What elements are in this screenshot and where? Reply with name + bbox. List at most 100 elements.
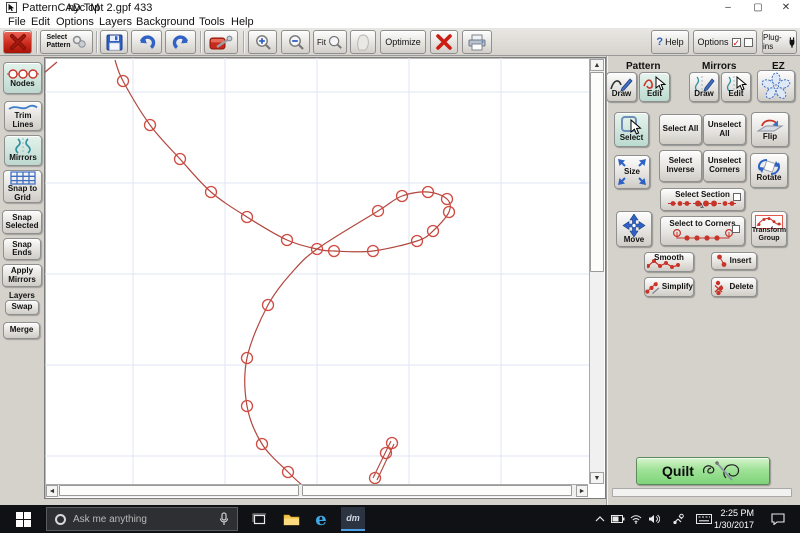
battery-status[interactable] [608,505,628,533]
printer-icon [467,34,487,51]
plugins-button[interactable]: Plug-ins [762,30,797,54]
plug-icon [788,35,796,50]
save-button[interactable] [100,30,128,54]
chevron-up-icon [595,516,605,522]
cortana-search-input[interactable]: Ask me anything [46,507,238,531]
menu-tools[interactable]: Tools [199,16,225,28]
menu-background[interactable]: Background [136,16,195,28]
clock-time[interactable]: 2:25 PM [720,508,754,518]
windows-logo-icon [16,512,31,527]
nodes-button[interactable]: Nodes [3,62,42,94]
keyboard-icon [696,514,712,524]
menu-options[interactable]: Options [56,16,94,28]
app-tile-glyph: dm [346,513,360,523]
unselect-corners-button[interactable]: Unselect Corners [703,150,746,182]
pattern-edit-button[interactable]: Edit [639,72,670,102]
redo-button[interactable] [165,30,196,54]
action-center-button[interactable] [764,505,792,533]
help-button[interactable]: ? Help [651,30,689,54]
close-button[interactable]: ✕ [772,0,800,16]
horizontal-scrollbar[interactable]: ◄ ► [46,484,588,497]
pan-button[interactable] [350,30,376,54]
mirrors-button[interactable]: Mirrors [4,135,42,166]
insert-button[interactable]: Insert [711,252,757,270]
volume-status[interactable] [644,505,664,533]
rotate-button[interactable]: Rotate [750,153,788,188]
snap-to-grid-button[interactable]: Snap to Grid [3,170,42,203]
pen-status[interactable] [668,505,688,533]
file-explorer-button[interactable] [278,505,304,533]
fit-magnifier-icon [327,34,343,50]
menu-layers[interactable]: Layers [99,16,132,28]
mirrors-draw-button[interactable]: Draw [689,72,719,102]
smooth-button[interactable]: Smooth [644,252,694,272]
select-inverse-button[interactable]: Select Inverse [659,150,702,182]
options-checked-checkbox[interactable]: ✓ [732,38,741,47]
mirrors-icon [12,138,34,154]
edge-browser-button[interactable]: e [308,505,334,533]
mirrors-edit-button[interactable]: Edit [721,72,751,102]
select-all-button[interactable]: Select All [659,114,702,145]
pattern-section-header: Pattern [626,61,660,72]
minimize-button[interactable]: – [714,0,742,16]
microphone-icon[interactable] [219,512,229,526]
hscroll-thumb-right[interactable] [302,485,572,496]
zoom-out-button[interactable] [281,30,310,54]
zoom-in-button[interactable] [248,30,277,54]
snap-ends-button[interactable]: Snap Ends [3,238,41,260]
maximize-button[interactable]: ▢ [744,0,772,16]
clock-date[interactable]: 1/30/2017 [714,520,754,530]
cortana-icon [55,514,66,525]
trim-lines-button[interactable]: Trim Lines [4,101,42,131]
flip-button[interactable]: Flip [751,112,789,147]
select-section-checkbox[interactable] [733,193,741,201]
select-section-button[interactable]: Select Section [660,188,745,211]
eraser-tool-button[interactable] [204,30,238,54]
optimize-button[interactable]: Optimize [380,30,426,54]
tray-expand-button[interactable] [590,505,610,533]
vertical-scrollbar[interactable]: ▲ ▼ [589,59,604,484]
zoom-fit-button[interactable]: Fit [313,30,347,54]
move-button[interactable]: Move [616,211,652,247]
ez-button[interactable] [757,70,795,102]
select-button[interactable]: Select [614,112,649,147]
simplify-button[interactable]: Simplify [644,277,694,297]
size-button[interactable]: Size [614,155,650,189]
pattern-draw-button[interactable]: Draw [606,72,637,102]
undo-button[interactable] [131,30,162,54]
print-button[interactable] [462,30,492,54]
transform-group-button[interactable]: Transform Group [751,211,787,247]
network-status[interactable] [626,505,646,533]
snap-selected-button[interactable]: Snap Selected [2,210,42,234]
scroll-right-arrow[interactable]: ► [576,485,588,497]
merge-button[interactable]: Merge [3,322,40,339]
menu-edit[interactable]: Edit [31,16,50,28]
hscroll-thumb-left[interactable] [59,485,299,496]
options-empty-checkbox[interactable] [744,38,753,47]
select-to-corners-button[interactable]: Select to Corners [660,216,745,246]
swap-button[interactable]: Swap [5,300,39,315]
scroll-down-arrow[interactable]: ▼ [590,472,604,484]
menu-help[interactable]: Help [231,16,254,28]
save-icon [106,34,123,51]
menu-file[interactable]: File [8,16,26,28]
delete-node-button[interactable]: Delete [711,277,757,297]
patterncad-taskbar-app[interactable]: dm [341,507,365,531]
unselect-all-button[interactable]: Unselect All [703,114,746,145]
select-pattern-button[interactable]: Select Pattern [40,30,93,54]
scroll-up-arrow[interactable]: ▲ [590,59,604,71]
start-button[interactable] [0,505,46,533]
delete-pattern-button[interactable] [430,30,458,54]
exit-button[interactable] [3,30,32,54]
select-to-corners-checkbox[interactable] [732,225,740,233]
options-button[interactable]: Options ✓ [693,30,757,54]
task-view-button[interactable] [246,505,272,533]
touch-keyboard-button[interactable] [692,505,716,533]
simplify-icon [645,280,660,295]
vscroll-thumb[interactable] [590,72,604,272]
drawing-canvas[interactable]: ▲ ▼ ◄ ► [44,57,606,499]
layers-label: Layers [9,291,35,300]
scroll-left-arrow[interactable]: ◄ [46,485,58,497]
apply-mirrors-button[interactable]: Apply Mirrors [2,264,42,287]
quilt-button[interactable]: Quilt [636,457,770,485]
